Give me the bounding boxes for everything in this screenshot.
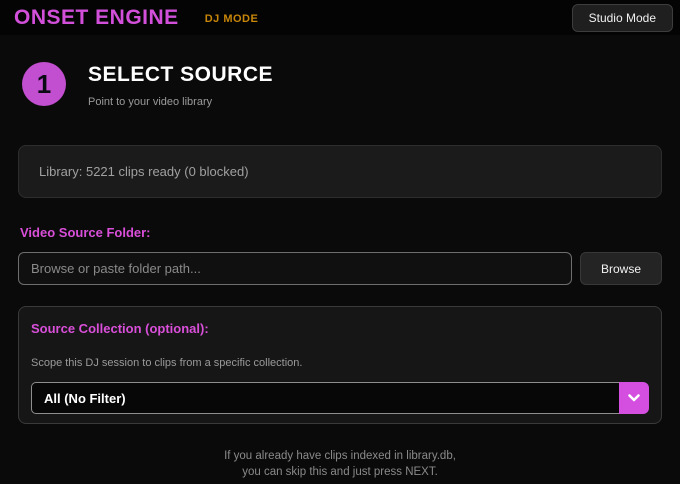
step-number-badge: 1 [22, 62, 66, 106]
source-collection-label: Source Collection (optional): [31, 321, 209, 336]
skip-hint-line2: you can skip this and just press NEXT. [242, 466, 438, 478]
collection-select-chevron-button[interactable] [619, 382, 649, 414]
studio-mode-button[interactable]: Studio Mode [571, 3, 673, 32]
library-status-panel: Library: 5221 clips ready (0 blocked) [18, 145, 662, 198]
source-collection-description: Scope this DJ session to clips from a sp… [31, 357, 303, 369]
folder-path-input[interactable] [18, 252, 572, 285]
app-title: ONSET ENGINE [14, 5, 179, 29]
skip-hint: If you already have clips indexed in lib… [18, 448, 662, 480]
step-header: 1 SELECT SOURCE Point to your video libr… [18, 62, 662, 108]
collection-select-value[interactable]: All (No Filter) [31, 382, 619, 414]
chevron-down-icon [628, 394, 640, 402]
header-bar: ONSET ENGINE DJ MODE Studio Mode [0, 0, 680, 35]
library-status-text: Library: 5221 clips ready (0 blocked) [39, 164, 249, 179]
video-source-folder-label: Video Source Folder: [20, 225, 151, 240]
collection-select[interactable]: All (No Filter) [31, 382, 649, 414]
page-subtitle: Point to your video library [88, 96, 213, 108]
source-collection-panel: Source Collection (optional): Scope this… [18, 306, 662, 424]
browse-button[interactable]: Browse [580, 252, 662, 285]
dj-mode-label: DJ MODE [204, 12, 259, 25]
skip-hint-line1: If you already have clips indexed in lib… [224, 450, 456, 462]
step-text: SELECT SOURCE Point to your video librar… [88, 62, 273, 108]
folder-input-row: Browse [18, 252, 662, 285]
main-content: 1 SELECT SOURCE Point to your video libr… [0, 62, 680, 480]
page-title: SELECT SOURCE [88, 63, 274, 86]
